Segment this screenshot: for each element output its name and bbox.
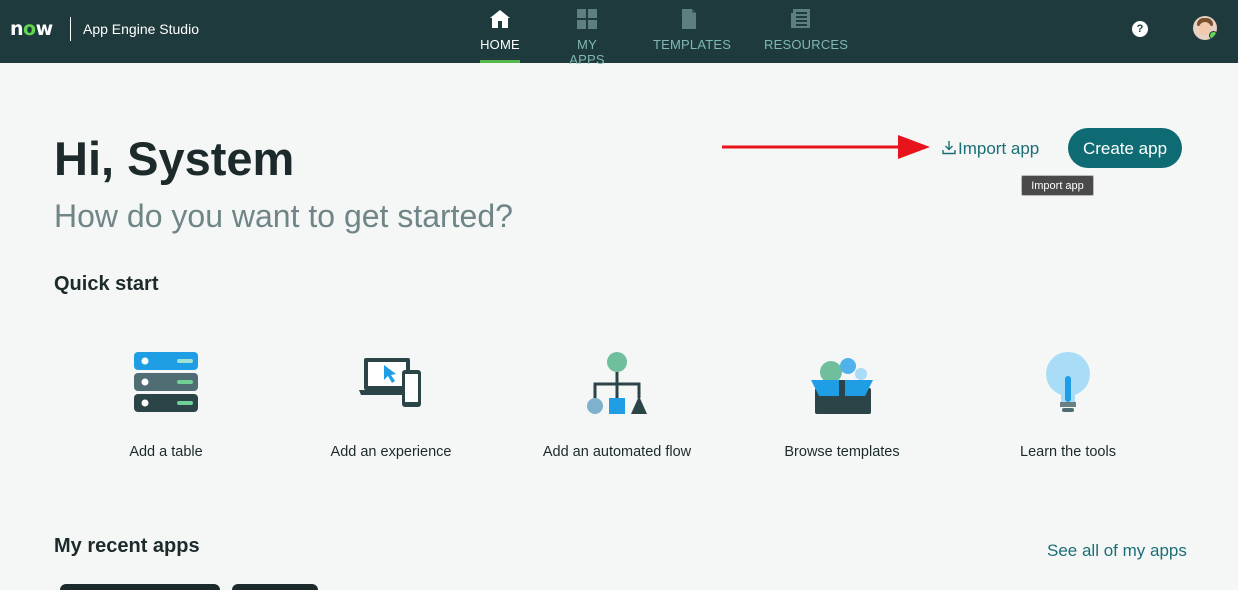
table-icon [134,352,198,412]
see-all-apps-link[interactable]: See all of my apps [1047,540,1187,562]
recent-apps-title: My recent apps [54,535,200,557]
devices-icon [359,358,421,407]
page-subtitle: How do you want to get started? [54,198,513,234]
create-app-button[interactable]: Create app [1068,128,1182,168]
quick-start-add-flow[interactable]: Add an automated flow [507,340,727,470]
nav-resources[interactable]: RESOURCES [764,0,849,63]
document-icon [681,9,696,29]
online-status-dot [1209,31,1217,40]
home-icon [490,10,510,28]
user-avatar[interactable] [1193,16,1217,40]
quick-start-title: Quick start [54,273,159,295]
recent-app-card[interactable] [232,584,318,590]
quick-start-add-table[interactable]: Add a table [56,340,276,470]
quick-start-label: Learn the tools [1020,444,1116,460]
lightbulb-icon [1046,352,1090,412]
quick-start-label: Add a table [129,444,203,460]
annotation-arrow [722,135,930,159]
recent-app-card[interactable] [60,584,220,590]
newspaper-icon [790,9,810,28]
nav-resources-label: RESOURCES [764,37,849,52]
app-name: App Engine Studio [83,21,199,37]
nav-my-apps[interactable]: MY APPS [560,0,614,67]
nav-templates[interactable]: TEMPLATES [653,0,732,63]
import-app-label: Import app [958,139,1040,158]
download-icon [942,141,956,155]
quick-start-add-experience[interactable]: Add an experience [281,340,501,470]
quick-start-browse-templates[interactable]: Browse templates [732,340,952,470]
quick-start-label: Browse templates [784,444,900,460]
import-app-tooltip: Import app [1021,175,1094,196]
logo-divider [70,17,71,41]
templates-box-icon [811,358,873,414]
grid-icon [577,9,597,29]
quick-start-learn-tools[interactable]: Learn the tools [958,340,1178,470]
help-icon[interactable]: ? [1132,21,1148,37]
top-nav-bar: now App Engine Studio HOME MY APPS TEMPL… [0,0,1238,67]
nav-templates-label: TEMPLATES [653,37,732,52]
nav-my-apps-label: MY APPS [569,37,605,67]
servicenow-logo[interactable]: now [10,17,53,41]
nav-home-label: HOME [480,37,520,52]
active-tab-indicator [480,60,520,63]
import-app-link[interactable]: Import app [942,138,1039,160]
page-title: Hi, System [54,132,295,185]
nav-home[interactable]: HOME [480,0,520,63]
flow-icon [587,352,647,414]
quick-start-label: Add an experience [330,444,452,460]
quick-start-label: Add an automated flow [542,444,692,460]
